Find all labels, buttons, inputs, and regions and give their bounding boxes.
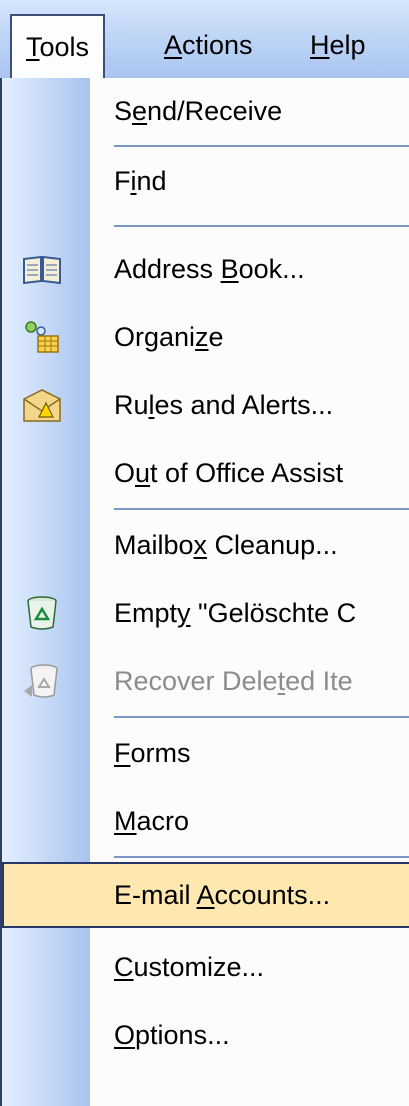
menu-separator	[114, 225, 409, 227]
recover-deleted-icon	[22, 663, 62, 699]
menu-item-forms[interactable]: Forms	[2, 720, 409, 786]
menu-item-out-of-office-assistant[interactable]: Out of Office Assist	[2, 440, 409, 506]
menu-separator	[114, 716, 409, 718]
menu-item-find[interactable]: Find	[2, 148, 409, 214]
menu-separator	[114, 856, 409, 858]
rules-and-alerts-icon	[22, 387, 62, 423]
menu-item-email-accounts[interactable]: E-mail Accounts...	[2, 862, 409, 928]
menu-item-customize[interactable]: Customize...	[2, 934, 409, 1000]
address-book-icon	[22, 251, 62, 287]
menu-item-organize[interactable]: Organize	[2, 304, 409, 370]
empty-trash-icon	[22, 595, 62, 631]
tools-dropdown-menu: Send/Receive Find Address Book... Organi…	[0, 78, 409, 1106]
menu-bar: Tools Actions Help	[0, 0, 409, 80]
menu-separator	[114, 508, 409, 510]
menu-item-recover-deleted-items[interactable]: Recover Deleted Ite	[2, 648, 409, 714]
menu-item-address-book[interactable]: Address Book...	[2, 236, 409, 302]
menu-separator	[114, 145, 409, 147]
menu-tools[interactable]: Tools	[10, 14, 106, 80]
menu-item-macro[interactable]: Macro	[2, 788, 409, 854]
menu-item-mailbox-cleanup[interactable]: Mailbox Cleanup...	[2, 512, 409, 578]
menu-item-rules-and-alerts[interactable]: Rules and Alerts...	[2, 372, 409, 438]
organize-icon	[22, 319, 62, 355]
menu-item-empty-deleted-items[interactable]: Empty "Gelöschte C	[2, 580, 409, 646]
menu-item-options[interactable]: Options...	[2, 1002, 409, 1068]
menu-actions[interactable]: Actions	[150, 14, 267, 78]
menu-item-send-receive[interactable]: Send/Receive	[2, 78, 409, 144]
menu-help[interactable]: Help	[296, 14, 380, 78]
